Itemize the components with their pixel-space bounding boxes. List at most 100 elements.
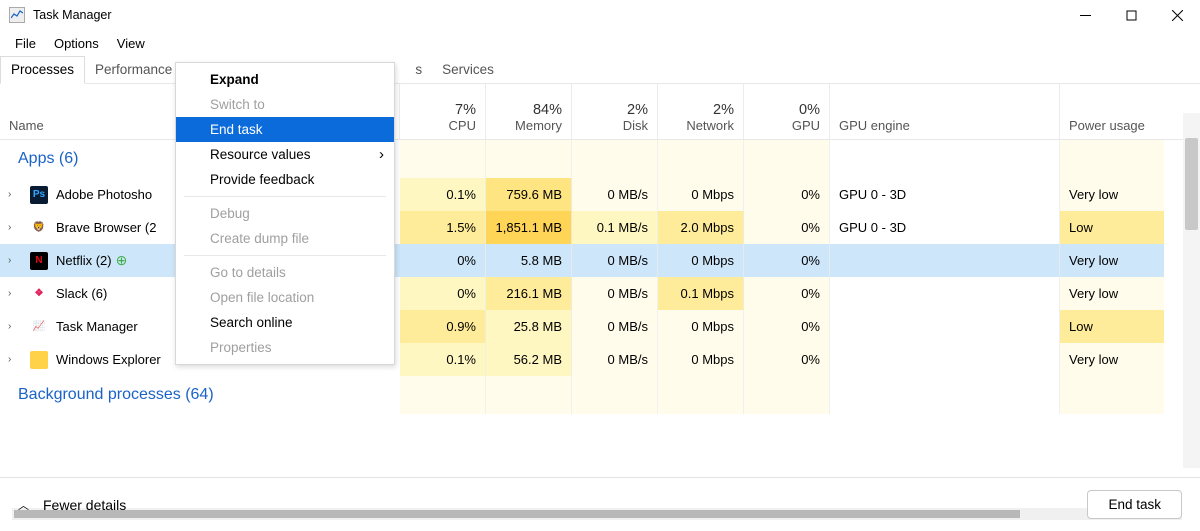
header-net-label: Network (686, 118, 734, 133)
footer-bar: ︿ Fewer details End task (0, 477, 1200, 531)
cell-gpu-engine: GPU 0 - 3D (830, 178, 1060, 211)
cell-network: 2.0 Mbps (658, 211, 744, 244)
cell-power: Very low (1060, 244, 1164, 277)
fewer-details-link[interactable]: Fewer details (43, 497, 126, 513)
cell-disk: 0.1 MB/s (572, 211, 658, 244)
cell-gpu: 0% (744, 277, 830, 310)
header-mem-label: Memory (515, 118, 562, 133)
header-cpu-label: CPU (449, 118, 476, 133)
expand-chevron-icon[interactable]: › (8, 189, 20, 200)
title-bar: Task Manager (0, 0, 1200, 30)
header-gpu-engine[interactable]: GPU engine (830, 84, 1060, 139)
cell-disk: 0 MB/s (572, 178, 658, 211)
tab-services-partial-s[interactable]: s (412, 57, 432, 83)
cell-network: 0 Mbps (658, 178, 744, 211)
expand-chevron-icon[interactable]: › (8, 288, 20, 299)
cell-gpu-engine: GPU 0 - 3D (830, 211, 1060, 244)
app-icon (9, 7, 25, 23)
ctx-end-task[interactable]: End task (176, 117, 394, 142)
cell-memory: 759.6 MB (486, 178, 572, 211)
end-task-button[interactable]: End task (1087, 490, 1182, 519)
expand-chevron-icon[interactable]: › (8, 354, 20, 365)
cell-network: 0 Mbps (658, 310, 744, 343)
cell-gpu-engine (830, 244, 1060, 277)
header-gpu-label: GPU (792, 118, 820, 133)
cell-gpu: 0% (744, 211, 830, 244)
cell-memory: 25.8 MB (486, 310, 572, 343)
cell-memory: 5.8 MB (486, 244, 572, 277)
cell-disk: 0 MB/s (572, 310, 658, 343)
app-icon: ❖ (30, 285, 48, 303)
header-network[interactable]: 2%Network (658, 84, 744, 139)
cell-gpu: 0% (744, 178, 830, 211)
process-name: Windows Explorer (56, 352, 161, 367)
tab-performance[interactable]: Performance (85, 57, 182, 83)
cell-power: Low (1060, 310, 1164, 343)
menu-bar: File Options View (0, 30, 1200, 56)
cell-disk: 0 MB/s (572, 343, 658, 376)
menu-view[interactable]: View (108, 32, 154, 55)
header-engine-label: GPU engine (839, 118, 1050, 133)
menu-options[interactable]: Options (45, 32, 108, 55)
close-button[interactable] (1154, 0, 1200, 30)
expand-chevron-icon[interactable]: › (8, 321, 20, 332)
app-icon (30, 351, 48, 369)
app-icon: 🦁 (30, 219, 48, 237)
cell-power: Low (1060, 211, 1164, 244)
menu-file[interactable]: File (6, 32, 45, 55)
cell-disk: 0 MB/s (572, 244, 658, 277)
ctx-resource-values[interactable]: Resource values (176, 142, 394, 167)
ctx-separator (184, 196, 386, 197)
app-icon: N (30, 252, 48, 270)
vertical-scrollbar[interactable] (1183, 113, 1200, 468)
header-gpu-pct: 0% (799, 102, 820, 118)
vscroll-thumb[interactable] (1185, 138, 1198, 230)
ctx-expand[interactable]: Expand (176, 67, 394, 92)
cell-cpu: 0% (400, 277, 486, 310)
header-mem-pct: 84% (533, 102, 562, 118)
cell-gpu-engine (830, 310, 1060, 343)
expand-chevron-icon[interactable]: › (8, 255, 20, 266)
cell-gpu-engine (830, 277, 1060, 310)
tab-processes[interactable]: Processes (0, 56, 85, 84)
ctx-properties: Properties (176, 335, 394, 360)
cell-memory: 216.1 MB (486, 277, 572, 310)
window-title: Task Manager (33, 8, 112, 22)
fewer-details-caret-icon[interactable]: ︿ (18, 497, 29, 513)
header-disk-label: Disk (623, 118, 648, 133)
group-bg[interactable]: Background processes (64) (0, 376, 214, 414)
header-power-usage[interactable]: Power usage (1060, 84, 1164, 139)
header-net-pct: 2% (713, 102, 734, 118)
cell-power: Very low (1060, 178, 1164, 211)
app-icon: Ps (30, 186, 48, 204)
ctx-search-online[interactable]: Search online (176, 310, 394, 335)
ctx-go-to-details: Go to details (176, 260, 394, 285)
cell-cpu: 0.1% (400, 178, 486, 211)
process-name: Netflix (2) (56, 253, 112, 268)
cell-disk: 0 MB/s (572, 277, 658, 310)
ctx-separator (184, 255, 386, 256)
process-name: Adobe Photosho (56, 187, 152, 202)
ctx-create-dump: Create dump file (176, 226, 394, 251)
minimize-button[interactable] (1062, 0, 1108, 30)
cell-power: Very low (1060, 343, 1164, 376)
ctx-provide-feedback[interactable]: Provide feedback (176, 167, 394, 192)
tab-services[interactable]: Services (432, 57, 504, 83)
maximize-button[interactable] (1108, 0, 1154, 30)
cell-network: 0 Mbps (658, 343, 744, 376)
header-memory[interactable]: 84%Memory (486, 84, 572, 139)
ctx-open-file-location: Open file location (176, 285, 394, 310)
cell-gpu: 0% (744, 244, 830, 277)
cell-power: Very low (1060, 277, 1164, 310)
context-menu: Expand Switch to End task Resource value… (175, 62, 395, 365)
process-name: Slack (6) (56, 286, 107, 301)
cell-gpu: 0% (744, 310, 830, 343)
expand-chevron-icon[interactable]: › (8, 222, 20, 233)
header-cpu-pct: 7% (455, 102, 476, 118)
header-disk[interactable]: 2%Disk (572, 84, 658, 139)
app-icon: 📈 (30, 318, 48, 336)
cell-network: 0 Mbps (658, 244, 744, 277)
group-apps[interactable]: Apps (6) (0, 140, 78, 178)
header-cpu[interactable]: 7%CPU (400, 84, 486, 139)
header-gpu[interactable]: 0%GPU (744, 84, 830, 139)
